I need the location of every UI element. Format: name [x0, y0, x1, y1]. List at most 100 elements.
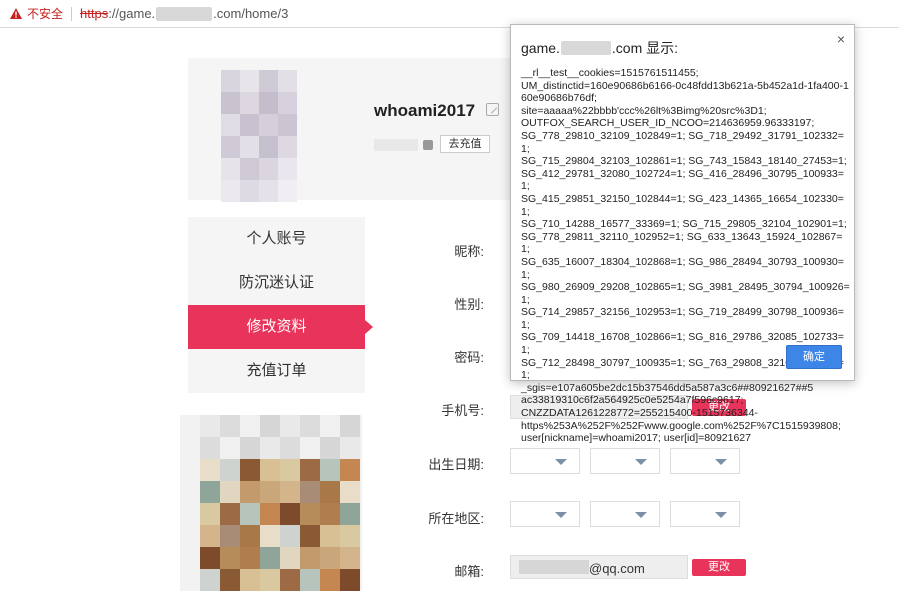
- recharge-button[interactable]: 去充值: [440, 135, 490, 153]
- edit-icon[interactable]: [486, 103, 499, 116]
- menu-item-recharge-orders[interactable]: 充值订单: [188, 349, 365, 393]
- mosaic-cell: [260, 415, 280, 437]
- dialog-title: game. .com 显示:: [521, 38, 678, 58]
- mosaic-cell: [260, 547, 280, 569]
- mosaic-cell: [280, 437, 300, 459]
- password-label: 密码:: [454, 350, 484, 365]
- mosaic-cell: [220, 437, 240, 459]
- mosaic-cell: [260, 459, 280, 481]
- dialog-title-prefix: game.: [521, 40, 560, 56]
- redacted-domain: [156, 6, 213, 21]
- chevron-down-icon: [635, 512, 647, 518]
- birth-label: 出生日期:: [428, 457, 484, 472]
- mosaic-cell: [320, 459, 340, 481]
- mosaic-cell: [200, 459, 220, 481]
- mosaic-cell: [300, 481, 320, 503]
- chevron-down-icon: [555, 512, 567, 518]
- ok-button[interactable]: 确定: [786, 345, 842, 369]
- mosaic-cell: [260, 569, 280, 591]
- menu-item-edit-profile[interactable]: 修改资料: [188, 305, 373, 349]
- blurred-image: [180, 415, 362, 591]
- birth-year-select[interactable]: [510, 448, 580, 474]
- mosaic-cell: [240, 569, 260, 591]
- mosaic-cell: [320, 437, 340, 459]
- mosaic-cell: [240, 437, 260, 459]
- warning-icon: [10, 8, 22, 19]
- region-label: 所在地区:: [428, 511, 484, 526]
- chevron-down-icon: [715, 459, 727, 465]
- mosaic-cell: [340, 569, 360, 591]
- mosaic-cell: [200, 503, 220, 525]
- alert-dialog: game. .com 显示: × __rl__test__cookies=151…: [510, 24, 855, 444]
- security-indicator[interactable]: 不安全: [27, 5, 63, 22]
- chevron-down-icon: [715, 512, 727, 518]
- mosaic-cell: [340, 415, 360, 437]
- mosaic-cell: [340, 547, 360, 569]
- mosaic-cell: [300, 503, 320, 525]
- mosaic-cell: [220, 503, 240, 525]
- nickname-label: 昵称:: [454, 244, 484, 259]
- mosaic-cell: [280, 525, 300, 547]
- url-prefix: ://game.: [108, 6, 156, 21]
- change-email-button[interactable]: 更改: [692, 559, 746, 576]
- divider: [71, 6, 73, 21]
- mosaic-cell: [320, 415, 340, 437]
- phone-label: 手机号:: [441, 403, 484, 418]
- mosaic-cell: [220, 459, 240, 481]
- mosaic-cell: [280, 547, 300, 569]
- mosaic-cell: [220, 547, 240, 569]
- url-text[interactable]: https ://game. .com/home/3: [80, 6, 288, 21]
- mosaic-cell: [280, 569, 300, 591]
- mosaic-cell: [240, 459, 260, 481]
- chevron-down-icon: [635, 459, 647, 465]
- province-select[interactable]: [510, 501, 580, 527]
- city-select[interactable]: [590, 501, 660, 527]
- close-icon[interactable]: ×: [837, 31, 845, 47]
- mosaic-cell: [300, 459, 320, 481]
- mosaic-cell: [320, 525, 340, 547]
- url-suffix: .com/home/3: [213, 6, 289, 21]
- menu-item-anti-addiction[interactable]: 防沉迷认证: [188, 261, 365, 305]
- mosaic-cell: [220, 481, 240, 503]
- mosaic-cell: [300, 437, 320, 459]
- mosaic-cell: [320, 569, 340, 591]
- menu-item-account[interactable]: 个人账号: [188, 217, 365, 261]
- mosaic-cell: [300, 415, 320, 437]
- birth-month-select[interactable]: [590, 448, 660, 474]
- mosaic-cell: [240, 415, 260, 437]
- avatar: [221, 70, 297, 202]
- username: whoami2017: [374, 101, 476, 120]
- mosaic-cell: [260, 525, 280, 547]
- redacted-email: [519, 560, 589, 574]
- mosaic-cell: [220, 569, 240, 591]
- dialog-message: __rl__test__cookies=1515761511455; UM_di…: [521, 67, 850, 445]
- mosaic-cell: [320, 547, 340, 569]
- mosaic-cell: [320, 481, 340, 503]
- mosaic-cell: [340, 503, 360, 525]
- mosaic-cell: [280, 415, 300, 437]
- mosaic-cell: [340, 481, 360, 503]
- mosaic-cell: [280, 459, 300, 481]
- mosaic-cell: [280, 481, 300, 503]
- mosaic-cell: [260, 481, 280, 503]
- mosaic-cell: [340, 459, 360, 481]
- district-select[interactable]: [670, 501, 740, 527]
- mosaic-cell: [200, 481, 220, 503]
- mosaic-cell: [320, 503, 340, 525]
- mosaic-cell: [300, 547, 320, 569]
- mosaic-cell: [200, 437, 220, 459]
- gender-label: 性别:: [454, 297, 484, 312]
- coin-icon: [423, 140, 433, 150]
- mosaic-cell: [240, 547, 260, 569]
- page: 不安全 https ://game. .com/home/3 whoami201…: [0, 0, 899, 591]
- mosaic-cell: [200, 415, 220, 437]
- mosaic-cell: [260, 437, 280, 459]
- mosaic-cell: [340, 437, 360, 459]
- mosaic-cell: [280, 503, 300, 525]
- mosaic-cell: [340, 525, 360, 547]
- redacted-balance: [374, 139, 418, 151]
- birth-day-select[interactable]: [670, 448, 740, 474]
- mosaic-cell: [300, 525, 320, 547]
- side-menu: 个人账号 防沉迷认证 修改资料 充值订单: [188, 217, 373, 393]
- mosaic-cell: [240, 503, 260, 525]
